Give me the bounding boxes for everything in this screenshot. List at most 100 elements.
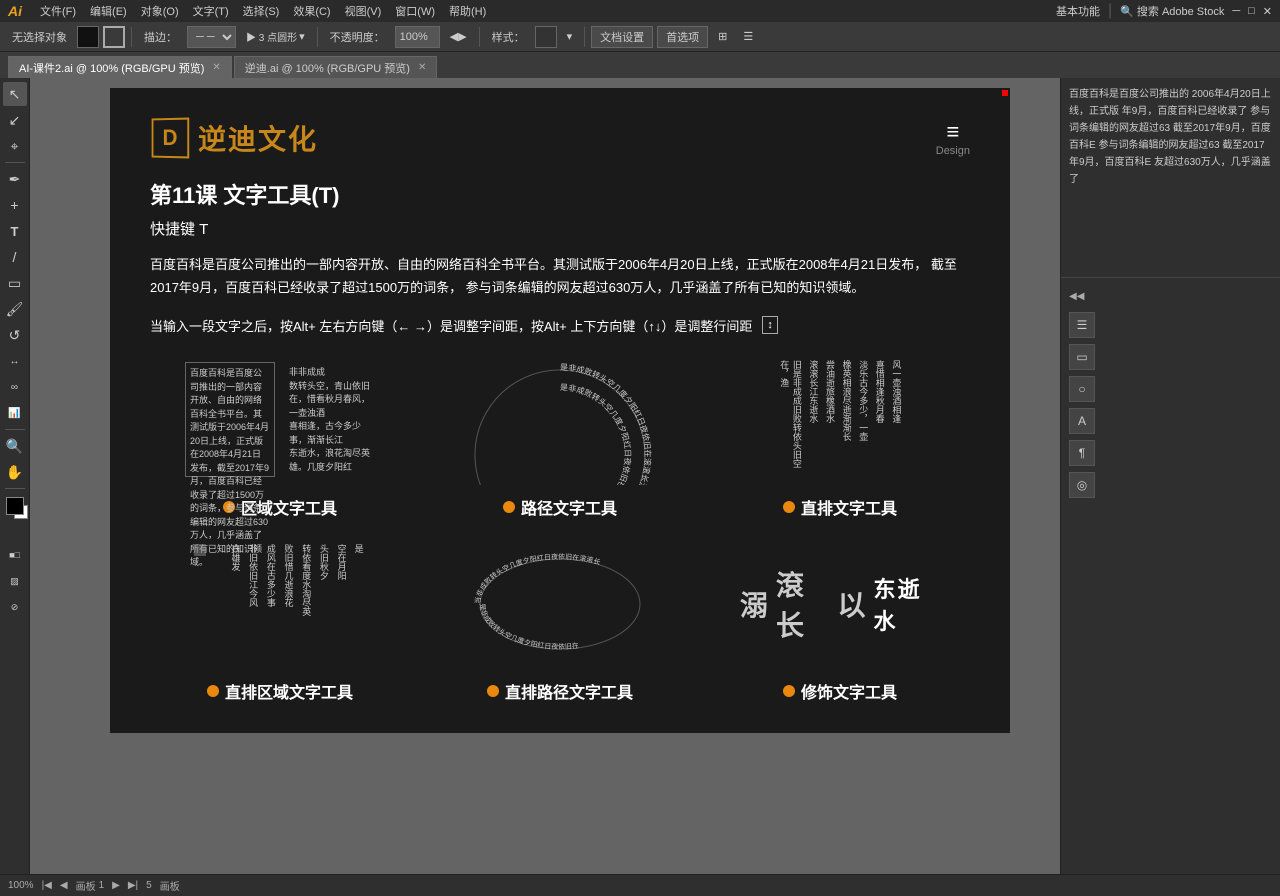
vert-cursor	[194, 544, 206, 556]
svg-text:是非成败转头空几度夕阳红日夜依旧在滚滚长江东逝水是非成败转: 是非成败转头空几度夕阳红日夜依旧在滚滚长江东逝水是非成败转	[560, 362, 653, 485]
scale-tool[interactable]: ↔	[3, 349, 27, 373]
vert-col-3: 尝油逝旅橡酒水	[823, 360, 836, 480]
right-panel-icons: ◀◀ ☰ ▭ ○ A ¶ ◎	[1061, 278, 1280, 506]
vert-col-7: 风一壶浊酒相逢	[890, 360, 903, 480]
separator-3	[479, 27, 480, 47]
lasso-tool[interactable]: ⌖	[3, 134, 27, 158]
vertical-path-label: 直排路径文字工具	[487, 679, 633, 703]
nav-prev-prev[interactable]: |◀	[42, 880, 52, 891]
shortcut-line: 快捷键 T	[150, 218, 970, 239]
nav-next[interactable]: ▶	[112, 880, 120, 891]
vert-area-text-6: 头旧秋夕	[317, 544, 329, 664]
menu-view[interactable]: 视图(V)	[339, 0, 388, 22]
style-arrow[interactable]: ▾	[561, 25, 579, 49]
menu-file[interactable]: 文件(F)	[34, 0, 82, 22]
rp-collapse-btn[interactable]: ◀◀	[1069, 286, 1089, 306]
rp-rect-icon[interactable]: ▭	[1069, 344, 1095, 370]
nav-prev[interactable]: ◀	[60, 880, 68, 891]
rp-circle-icon[interactable]: ○	[1069, 376, 1095, 402]
vert-col-4: 橡英相浪尽逝渐渐长	[840, 360, 853, 480]
menu-object[interactable]: 对象(O)	[135, 0, 185, 22]
gradient-btn[interactable]: ▨	[3, 569, 27, 593]
fill-swatch[interactable]	[6, 497, 24, 515]
nav-next-next[interactable]: ▶|	[128, 880, 138, 891]
menu-text[interactable]: 文字(T)	[187, 0, 235, 22]
stroke-select[interactable]: ─ ─	[187, 26, 236, 48]
menu-window[interactable]: 窗口(W)	[389, 0, 441, 22]
separator-2	[317, 27, 318, 47]
none-btn[interactable]: ⊘	[3, 595, 27, 619]
rp-glyph-icon[interactable]: ◎	[1069, 472, 1095, 498]
status-bar: 100% |◀ ◀ 画板 1 ▶ ▶| 5 画板	[0, 874, 1280, 896]
brush-tool[interactable]: 🖌	[3, 297, 27, 321]
vert-area-text-5: 转依看度水淘尽英	[300, 544, 312, 664]
decoration-visual: 溺 滾长 以 东逝水	[740, 539, 940, 669]
doc-settings-btn[interactable]: 文档设置	[591, 26, 653, 48]
select-tool[interactable]: ↖	[3, 82, 27, 106]
tools-grid-top: 百度百科是百度公司推出的一部内容开放、自由的网络百科全书平台。其测试版于2006…	[150, 355, 970, 519]
rp-para-icon[interactable]: ¶	[1069, 440, 1095, 466]
graph-tool[interactable]: 📊	[3, 401, 27, 425]
rect-tool[interactable]: ▭	[3, 271, 27, 295]
vert-area-container: 白雄发 非旧依旧江今风 成风在古多少事 败旧惜几逝浪花 转依看度水淘尽英 头旧秋…	[194, 544, 365, 664]
rp-lines-icon[interactable]: ☰	[1069, 312, 1095, 338]
opacity-arrows[interactable]: ◀▶	[444, 25, 473, 49]
no-selection: 无选择对象	[6, 25, 73, 49]
menu-help[interactable]: 帮助(H)	[443, 0, 492, 22]
right-panel-text: 百度百科是百度公司推出的 2006年4月20日上线，正式版 年9月，百度百科已经…	[1061, 78, 1280, 278]
vertical-path-svg: 当非成败转头空几度夕阳红日夜依旧在滚滚长 是非成败转头空几度夕阳红日夜依旧在	[460, 539, 660, 669]
direct-select-tool[interactable]: ↙	[3, 108, 27, 132]
svg-text:当非成败转头空几度夕阳红日夜依旧在滚滚长: 当非成败转头空几度夕阳红日夜依旧在滚滚长	[473, 552, 602, 604]
vertical-area-visual: 白雄发 非旧依旧江今风 成风在古多少事 败旧惜几逝浪花 转依看度水淘尽英 头旧秋…	[180, 539, 380, 669]
align-icon[interactable]: ⊞	[712, 25, 733, 49]
menu-effect[interactable]: 效果(C)	[287, 0, 336, 22]
add-anchor-tool[interactable]: +	[3, 193, 27, 217]
stroke-color[interactable]	[103, 26, 125, 48]
description-text: 百度百科是百度公司推出的一部内容开放、自由的网络百科全书平台。其测试版于2006…	[150, 253, 970, 300]
hamburger-icon[interactable]: ≡	[946, 119, 959, 145]
stock-search[interactable]: 🔍 搜索 Adobe Stock	[1120, 3, 1224, 19]
decoration-text-example: 溺 滾长 以 东逝水 修饰文字工具	[710, 539, 970, 703]
menu-edit[interactable]: 编辑(E)	[84, 0, 133, 22]
path-text-example: 是非成败转头空几度夕阳红日夜依旧在滚滚长江东逝水是非成败转 是非成败转头空几度夕…	[430, 355, 690, 519]
tab-0-close[interactable]: ✕	[212, 62, 220, 73]
hand-tool[interactable]: ✋	[3, 460, 27, 484]
area-text-box-1: 百度百科是百度公司推出的一部内容开放、自由的网络百科全书平台。其测试版于2006…	[185, 362, 275, 477]
zoom-tool[interactable]: 🔍	[3, 434, 27, 458]
close-btn[interactable]: ✕	[1263, 5, 1272, 18]
color-mode-btn[interactable]: ■□	[3, 543, 27, 567]
zoom-level[interactable]: 100%	[8, 880, 34, 891]
workspace-selector[interactable]: 基本功能	[1056, 3, 1100, 19]
text-tool[interactable]: T	[3, 219, 27, 243]
tab-0[interactable]: AI-课件2.ai @ 100% (RGB/GPU 预览) ✕	[8, 56, 232, 78]
menu-select[interactable]: 选择(S)	[237, 0, 286, 22]
blend-tool[interactable]: ∞	[3, 375, 27, 399]
minimize-btn[interactable]: ─	[1232, 5, 1240, 17]
lesson-title: 第11课 文字工具(T)	[150, 178, 970, 210]
svg-text:是非成败转头空几度夕阳红日夜依旧在: 是非成败转头空几度夕阳红日夜依旧在	[478, 603, 579, 651]
tab-1-close[interactable]: ✕	[418, 62, 426, 73]
rp-text-icon[interactable]: A	[1069, 408, 1095, 434]
tools-grid-bottom: 白雄发 非旧依旧江今风 成风在古多少事 败旧惜几逝浪花 转依看度水淘尽英 头旧秋…	[150, 539, 970, 703]
pen-tool[interactable]: ✒	[3, 167, 27, 191]
vert-col-5: 淡乐古今多少，一壶	[857, 360, 870, 480]
vert-area-text-2: 非旧依旧江今风	[246, 544, 258, 664]
menu-bar: Ai 文件(F) 编辑(E) 对象(O) 文字(T) 选择(S) 效果(C) 视…	[0, 0, 1280, 22]
tab-1[interactable]: 逆迪.ai @ 100% (RGB/GPU 预览) ✕	[234, 56, 438, 78]
area-text-samples: 百度百科是百度公司推出的一部内容开放、自由的网络百科全书平台。其测试版于2006…	[185, 362, 375, 477]
tip-text: 当输入一段文字之后，按Alt+ 左右方向键（← →）是调整字间距，按Alt+ 上…	[150, 316, 970, 335]
fill-color[interactable]	[77, 26, 99, 48]
canvas-area[interactable]: D 逆迪文化 ≡ Design 第11课 文字工具(T) 快捷键 T 百度百科是…	[30, 78, 1060, 874]
style-color[interactable]	[535, 26, 557, 48]
rotate-tool[interactable]: ↺	[3, 323, 27, 347]
restore-btn[interactable]: □	[1248, 5, 1255, 17]
vertical-area-dot	[207, 685, 219, 697]
points-selector[interactable]: ▶ 3 点圆形 ▾	[240, 25, 311, 49]
opacity-input[interactable]	[395, 26, 440, 48]
vertical-text-example: 旧是非成成旧败转依头旧空在，渔 滚滚长江东逝水 尝油逝旅橡酒水 橡英相浪尽逝渐渐…	[710, 355, 970, 519]
vertical-text-container: 旧是非成成旧败转依头旧空在，渔 滚滚长江东逝水 尝油逝旅橡酒水 橡英相浪尽逝渐渐…	[778, 360, 903, 480]
line-tool[interactable]: /	[3, 245, 27, 269]
preferences-btn[interactable]: 首选项	[657, 26, 708, 48]
arrange-icon[interactable]: ☰	[737, 25, 759, 49]
vert-area-text-3: 成风在古多少事	[264, 544, 276, 664]
